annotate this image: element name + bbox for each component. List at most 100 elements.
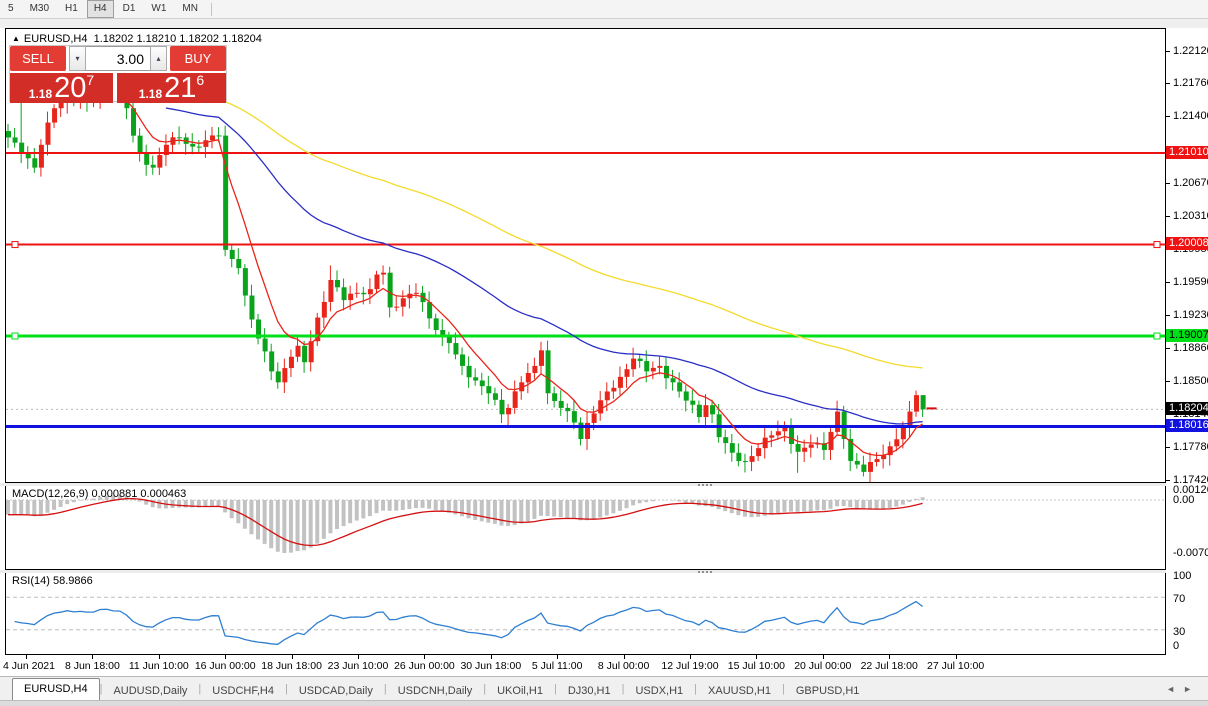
price-tick-label: 1.20670 (1173, 177, 1208, 189)
chart-tab-xauusd-h1[interactable]: XAUUSD,H1 (697, 681, 782, 701)
timeframe-toolbar: 5M30H1H4D1W1MN (0, 0, 1208, 19)
chart-tab-ukoil-h1[interactable]: UKOil,H1 (486, 681, 554, 701)
time-tick (690, 655, 691, 659)
timeframe-button-5[interactable]: 5 (1, 0, 21, 18)
toolbar-separator (211, 3, 212, 16)
buy-button[interactable]: BUY (170, 46, 226, 71)
time-label: 12 Jul 19:00 (661, 660, 718, 672)
time-label: 5 Jul 11:00 (532, 660, 583, 672)
time-label: 11 Jun 10:00 (129, 660, 189, 672)
time-tick (756, 655, 757, 659)
chart-tab-usdcad-daily[interactable]: USDCAD,Daily (288, 681, 384, 701)
quote-symbol: EURUSD,H4 (24, 33, 88, 45)
time-label: 22 Jul 18:00 (861, 660, 918, 672)
collapse-arrow-icon[interactable]: ▲ (12, 34, 20, 43)
chart-tab-audusd-daily[interactable]: AUDUSD,Daily (102, 681, 198, 701)
price-tick (1166, 116, 1170, 117)
sell-price-quote[interactable]: 1.18207 (10, 73, 113, 103)
rsi-scale-label: 30 (1173, 626, 1185, 638)
chart-tab-usdchf-h4[interactable]: USDCHF,H4 (201, 681, 285, 701)
macd-indicator-panel[interactable]: MACD(12,26,9) 0.000881 0.000463 (5, 486, 1166, 570)
time-tick (225, 655, 226, 659)
price-tick-label: 1.19590 (1173, 276, 1208, 288)
price-tick-label: 1.20310 (1173, 210, 1208, 222)
time-tick (956, 655, 957, 659)
timeframe-button-W1[interactable]: W1 (144, 0, 173, 18)
price-tick-label: 1.18500 (1173, 375, 1208, 387)
chart-tab-dj30-h1[interactable]: DJ30,H1 (557, 681, 622, 701)
sell-button[interactable]: SELL (10, 46, 66, 71)
price-tick (1166, 480, 1170, 481)
price-tick (1166, 216, 1170, 217)
macd-scale-label: 0.00 (1173, 494, 1194, 506)
time-tick (889, 655, 890, 659)
time-tick (823, 655, 824, 659)
time-tick (292, 655, 293, 659)
main-chart-panel[interactable]: ▲ EURUSD,H4 1.18202 1.18210 1.18202 1.182… (5, 28, 1166, 483)
chart-tab-usdx-h1[interactable]: USDX,H1 (624, 681, 694, 701)
time-axis[interactable]: 4 Jun 20218 Jun 18:0011 Jun 10:0016 Jun … (0, 655, 1208, 676)
time-tick (557, 655, 558, 659)
timeframe-button-M30[interactable]: M30 (23, 0, 56, 18)
price-tick (1166, 282, 1170, 283)
timeframe-button-H1[interactable]: H1 (58, 0, 85, 18)
price-tick-label: 1.21760 (1173, 77, 1208, 89)
time-label: 15 Jul 10:00 (728, 660, 785, 672)
mt4-terminal: 5M30H1H4D1W1MN ▲ EURUSD,H4 1.18202 1.1821… (0, 0, 1208, 706)
price-tick (1166, 381, 1170, 382)
price-tick-label: 1.18860 (1173, 342, 1208, 354)
price-tick (1166, 447, 1170, 448)
rsi-scale-label: 70 (1173, 593, 1185, 605)
timeframe-button-D1[interactable]: D1 (116, 0, 143, 18)
window-bottom-edge (0, 700, 1208, 706)
one-click-trading-panel: SELL ▾ 3.00 ▴ BUY 1.18207 1.18216 (9, 45, 227, 102)
time-label: 27 Jul 10:00 (927, 660, 984, 672)
price-tick (1166, 83, 1170, 84)
chart-tab-bar: EURUSD,H4|AUDUSD,Daily|USDCHF,H4|USDCAD,… (0, 676, 1208, 701)
time-tick (491, 655, 492, 659)
line-price-label: 1.18016 (1166, 419, 1208, 432)
macd-scale-label: -0.00707 (1173, 547, 1208, 559)
current-price-label: 1.18204 (1166, 402, 1208, 415)
price-tick-label: 1.19230 (1173, 309, 1208, 321)
time-tick (424, 655, 425, 659)
macd-label: MACD(12,26,9) 0.000881 0.000463 (12, 488, 186, 500)
tab-scroll-arrows[interactable]: ◄► (1166, 684, 1200, 694)
chart-tab-usdcnh-daily[interactable]: USDCNH,Daily (387, 681, 484, 701)
price-tick-label: 1.22120 (1173, 45, 1208, 57)
volume-increase-button[interactable]: ▴ (150, 46, 167, 71)
price-scale[interactable]: 1.221201.217601.214001.206701.203101.199… (1166, 28, 1208, 655)
line-price-label: 1.19007 (1166, 329, 1208, 342)
price-tick (1166, 315, 1170, 316)
rsi-label: RSI(14) 58.9866 (12, 575, 93, 587)
spinner-down-icon: ▾ (75, 54, 79, 63)
buy-price-quote[interactable]: 1.18216 (117, 73, 226, 103)
time-label: 23 Jun 10:00 (328, 660, 389, 672)
price-tick-label: 1.21400 (1173, 110, 1208, 122)
line-price-label: 1.21010 (1166, 146, 1208, 159)
chart-tab-eurusd-h4[interactable]: EURUSD,H4 (12, 678, 100, 701)
quote-ohlc: 1.18202 1.18210 1.18202 1.18204 (94, 33, 262, 45)
time-label: 20 Jul 00:00 (794, 660, 851, 672)
time-label: 30 Jun 18:00 (460, 660, 521, 672)
chart-tab-gbpusd-h1[interactable]: GBPUSD,H1 (785, 681, 871, 701)
price-tick-label: 1.17780 (1173, 441, 1208, 453)
rsi-indicator-panel[interactable]: RSI(14) 58.9866 (5, 573, 1166, 655)
timeframe-button-H4[interactable]: H4 (87, 0, 114, 18)
volume-input[interactable]: 3.00 (86, 46, 150, 71)
volume-decrease-button[interactable]: ▾ (69, 46, 86, 71)
timeframe-button-MN[interactable]: MN (175, 0, 205, 18)
rsi-canvas[interactable] (6, 573, 1165, 654)
time-tick (624, 655, 625, 659)
line-price-label: 1.20008 (1166, 237, 1208, 250)
time-label: 4 Jun 2021 (3, 660, 55, 672)
price-tick (1166, 348, 1170, 349)
time-label: 16 Jun 00:00 (195, 660, 256, 672)
time-tick (159, 655, 160, 659)
time-tick (92, 655, 93, 659)
price-tick (1166, 183, 1170, 184)
price-tick (1166, 51, 1170, 52)
rsi-scale-label: 100 (1173, 570, 1191, 582)
chart-quote-header: ▲ EURUSD,H4 1.18202 1.18210 1.18202 1.182… (12, 33, 262, 45)
toolbar-gap (0, 19, 1208, 28)
